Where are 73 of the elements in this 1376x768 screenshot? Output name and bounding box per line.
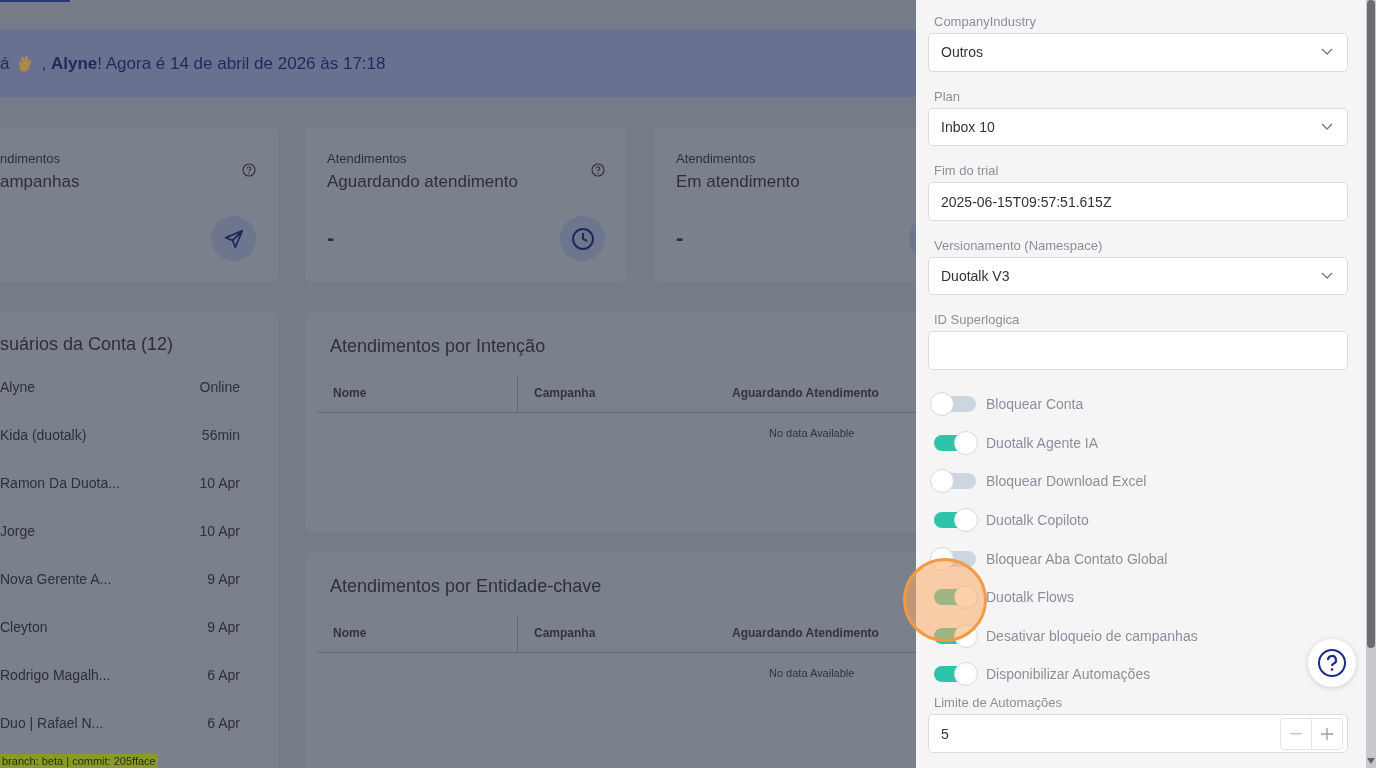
card-title: Aguardando atendimento [327, 172, 519, 192]
empty-message: No data Available [769, 427, 856, 439]
user-name: Cleyton [0, 619, 48, 635]
user-last-seen: 6 Apr [207, 667, 240, 683]
field-label: CompanyIndustry [934, 14, 1037, 29]
scrollbar[interactable] [1366, 0, 1376, 768]
user-last-seen: 9 Apr [207, 571, 240, 587]
toggle-label: Desativar bloqueio de campanhas [986, 627, 1198, 644]
column-header: Nome [333, 626, 367, 640]
card-category: Atendimentos [676, 151, 757, 166]
user-name: Rodrigo Magalh... [0, 667, 111, 683]
chevron-down-icon [1321, 122, 1333, 131]
user-last-seen: 10 Apr [199, 523, 240, 539]
user-last-seen: 6 Apr [207, 715, 240, 731]
table-title: Atendimentos por Entidade-chave [330, 576, 603, 598]
user-last-seen: 9 Apr [207, 619, 240, 635]
toggle-label: Duotalk Flows [986, 589, 1074, 606]
toggle-label: Bloquear Aba Contato Global [986, 550, 1168, 567]
table-title: Atendimentos por Intenção [330, 336, 547, 358]
field-label: Fim do trial [934, 163, 1000, 179]
help-icon [1317, 648, 1347, 678]
select-field[interactable]: Duotalk V3 [928, 256, 1348, 296]
toggle-label: Duotalk Copiloto [986, 511, 1089, 528]
number-field[interactable]: 5 [928, 714, 1348, 754]
greeting-text: á [0, 53, 10, 74]
column-header: Aguardando Atendimento [732, 626, 879, 640]
toggle-label: Bloquear Download Excel [986, 473, 1147, 490]
user-name: Ramon Da Duota... [0, 475, 120, 491]
toggle-label: Bloquear Conta [986, 396, 1084, 413]
field-label: ID Superlogica [934, 312, 1021, 328]
scroll-down-arrow-icon[interactable] [1367, 758, 1375, 764]
select-field[interactable]: Inbox 10 [928, 107, 1348, 147]
chevron-down-icon [1321, 272, 1333, 281]
text-field[interactable]: 2025-06-15T09:57:51.615Z [928, 182, 1348, 221]
user-name: Alyne [0, 379, 36, 395]
user-name: Kida (duotalk) [0, 427, 87, 443]
toggle-switch[interactable] [930, 392, 978, 417]
user-last-seen: 10 Apr [199, 475, 240, 491]
field-label: Limite de Automações [934, 695, 1063, 711]
user-last-seen: Online [199, 379, 240, 395]
help-icon[interactable] [242, 163, 256, 177]
user-name: Jorge [0, 523, 36, 539]
field-label: Versionamento (Namespace) [934, 237, 1104, 253]
select-field[interactable]: Outros [928, 33, 1348, 72]
toggle-switch[interactable] [930, 469, 978, 494]
user-name: Nova Gerente A... [0, 571, 112, 587]
column-header: Campanha [534, 626, 596, 640]
column-header: Nome [333, 386, 367, 400]
empty-message: No data Available [769, 667, 856, 679]
card-category: Atendimentos [327, 151, 408, 166]
greeting-text: , Alyne! Agora é 14 de abril de 2026 às 17:18 [41, 53, 386, 74]
toggle-label: Disponibilizar Automações [986, 666, 1151, 683]
chevron-down-icon [1321, 48, 1333, 57]
help-icon[interactable] [591, 163, 605, 177]
toggle-switch[interactable] [930, 546, 978, 571]
users-title: suários da Conta (12) [0, 334, 175, 355]
help-button[interactable] [1308, 639, 1356, 687]
text-field[interactable] [928, 331, 1348, 371]
toggle-label: Duotalk Agente IA [986, 434, 1099, 451]
user-last-seen: 56min [201, 427, 240, 443]
column-header: Campanha [534, 386, 596, 400]
send-icon [222, 227, 245, 250]
card-title: Em atendimento [676, 172, 801, 192]
card-value: - [676, 225, 684, 251]
card-category: ndimentos [0, 151, 61, 166]
card-value: - [327, 225, 335, 251]
field-label: Plan [934, 88, 962, 104]
user-name: Duo | Rafael N... [0, 715, 104, 731]
clock-icon [570, 226, 595, 251]
card-title: ampanhas [0, 172, 81, 192]
column-header: Aguardando Atendimento [732, 386, 879, 400]
active-tab-indicator [0, 0, 70, 2]
build-tag: branch: beta | commit: 205fface [0, 754, 158, 768]
